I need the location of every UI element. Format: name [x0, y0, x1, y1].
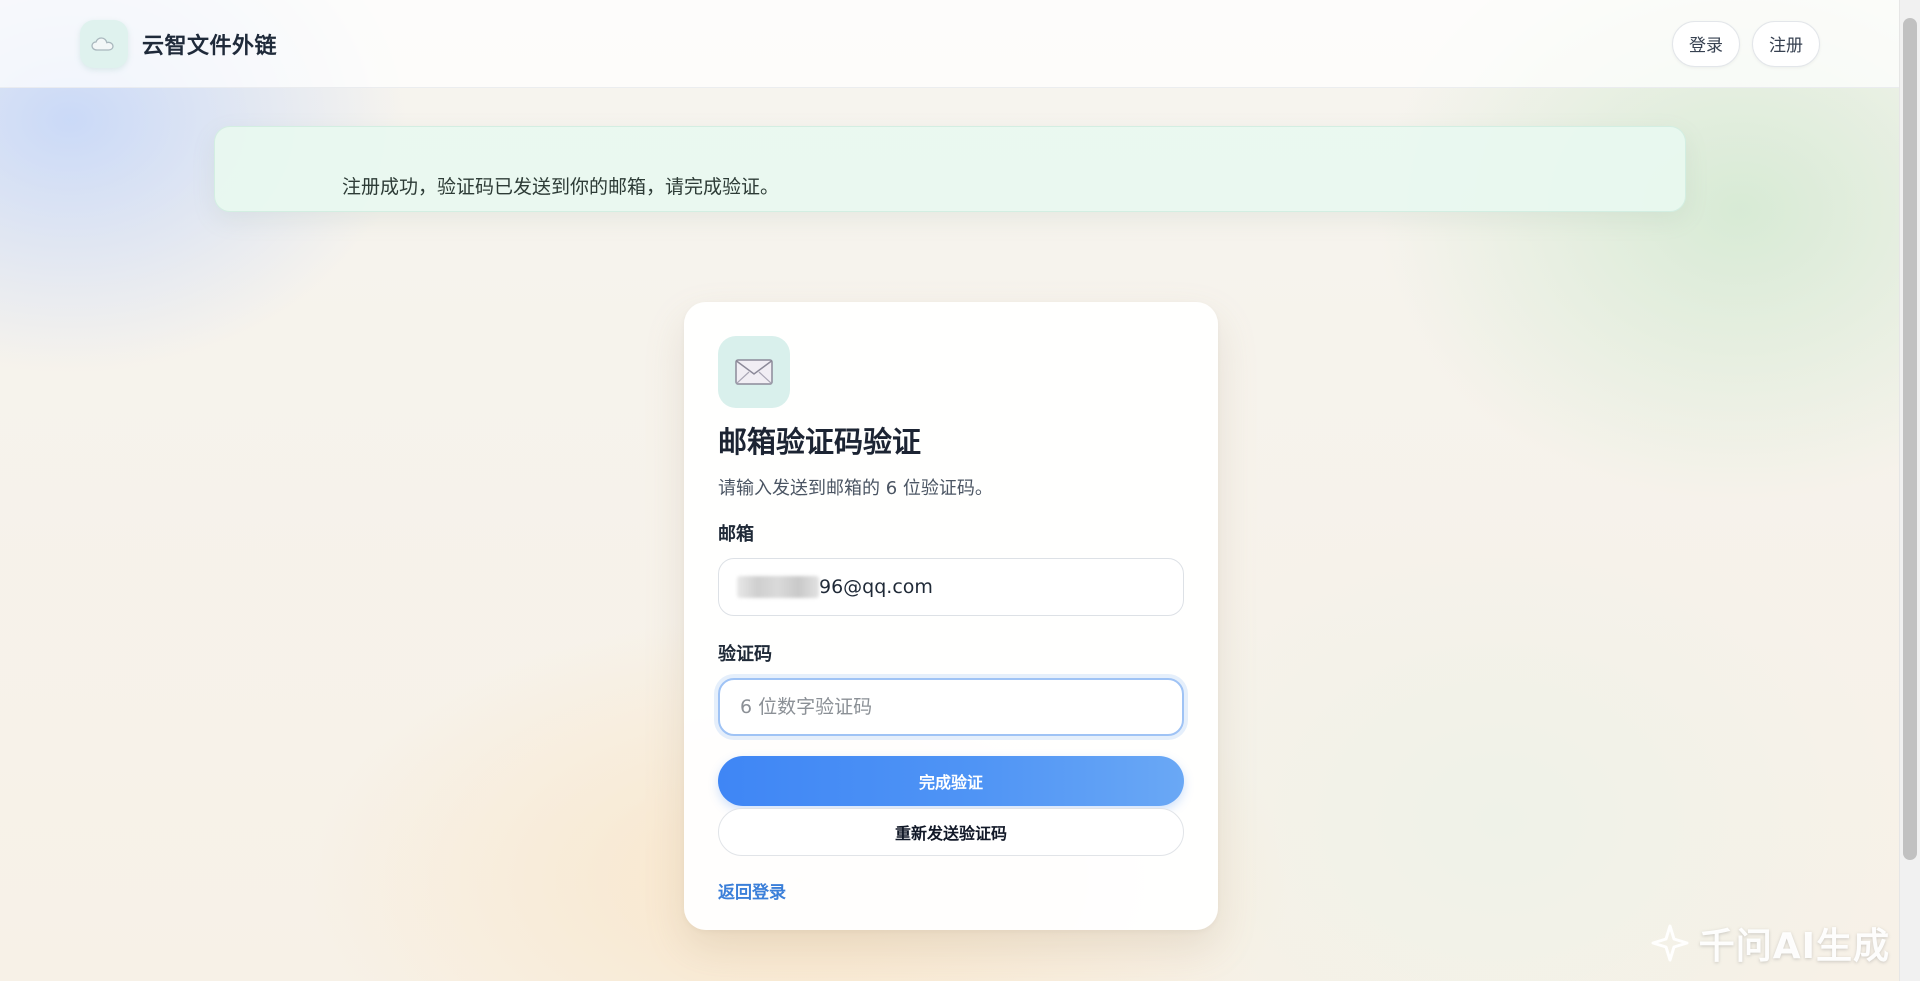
back-to-login-link[interactable]: 返回登录: [718, 878, 786, 903]
top-navigation-bar: 云智文件外链 登录 注册: [0, 0, 1900, 88]
ai-watermark-badge: 千问AI生成: [1649, 917, 1890, 969]
register-button[interactable]: 注册: [1752, 20, 1820, 67]
success-alert: 注册成功，验证码已发送到你的邮箱，请完成验证。: [214, 126, 1686, 212]
scrollbar-thumb[interactable]: [1903, 18, 1917, 860]
resend-code-button[interactable]: 重新发送验证码: [718, 808, 1184, 856]
verification-card: 邮箱验证码验证 请输入发送到邮箱的 6 位验证码。 邮箱 96@qq.com 验…: [684, 302, 1218, 930]
scrollbar[interactable]: [1899, 0, 1920, 981]
email-label: 邮箱: [718, 524, 754, 545]
envelope-icon: [718, 336, 790, 408]
card-description: 请输入发送到邮箱的 6 位验证码。: [718, 478, 993, 499]
code-field[interactable]: [718, 678, 1184, 736]
email-field[interactable]: 96@qq.com: [718, 558, 1184, 616]
brand-name: 云智文件外链: [142, 33, 278, 59]
login-button[interactable]: 登录: [1672, 20, 1740, 67]
alert-message: 注册成功，验证码已发送到你的邮箱，请完成验证。: [342, 175, 780, 198]
submit-verify-button[interactable]: 完成验证: [718, 756, 1184, 806]
brand[interactable]: 云智文件外链: [80, 19, 278, 68]
email-value: 96@qq.com: [819, 576, 933, 598]
card-title: 邮箱验证码验证: [718, 425, 922, 459]
email-redaction: [737, 576, 819, 598]
code-input[interactable]: [738, 695, 1162, 719]
cloud-icon: [80, 19, 128, 68]
code-label: 验证码: [718, 644, 772, 665]
watermark-text: 千问AI生成: [1698, 926, 1890, 967]
sparkle-icon: [1651, 924, 1689, 962]
envelope-icon-svg: [735, 359, 773, 385]
nav-actions: 登录 注册: [1672, 20, 1820, 67]
cloud-icon-svg: [91, 36, 114, 51]
